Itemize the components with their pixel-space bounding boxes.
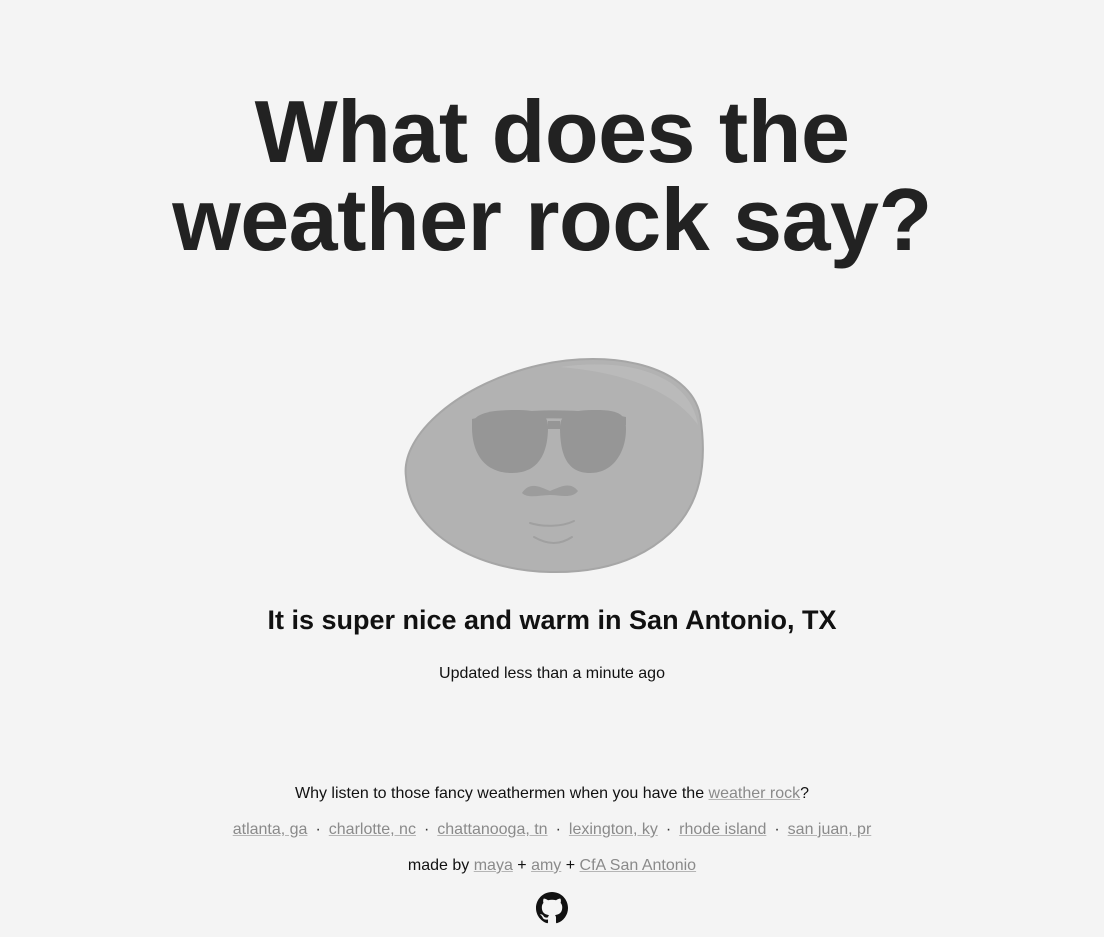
plus-separator: + <box>561 857 580 874</box>
title-line-2: weather rock say? <box>172 170 932 269</box>
city-link-charlotte[interactable]: charlotte, nc <box>329 821 416 838</box>
page-title: What does the weather rock say? <box>0 88 1104 264</box>
city-link-chattanooga[interactable]: chattanooga, tn <box>437 821 547 838</box>
separator: · <box>774 821 780 838</box>
city-links: atlanta, ga · charlotte, nc · chattanooga, t… <box>0 820 1104 840</box>
weather-rock-sunglasses-icon <box>400 355 704 575</box>
weather-status: It is super nice and warm in San Antonio… <box>267 605 837 635</box>
tagline: Why listen to those fancy weathermen whe… <box>0 784 1104 804</box>
tagline-text: Why listen to those fancy weathermen whe… <box>294 785 709 802</box>
city-link-san-juan[interactable]: san juan, pr <box>788 821 872 838</box>
tagline-suffix: ? <box>800 785 810 802</box>
github-icon[interactable] <box>536 892 568 924</box>
city-link-rhode-island[interactable]: rhode island <box>679 821 766 838</box>
separator: · <box>423 821 430 838</box>
city-link-lexington[interactable]: lexington, ky <box>569 821 658 838</box>
plus-separator: + <box>512 857 532 874</box>
separator: · <box>315 821 321 838</box>
author-link-maya[interactable]: maya <box>474 857 513 874</box>
org-link-cfa-san-antonio[interactable]: CfA San Antonio <box>580 857 697 874</box>
page: What does the weather rock say? It is su… <box>0 0 1104 937</box>
weather-rock-link[interactable]: weather rock <box>709 785 801 802</box>
city-link-atlanta[interactable]: atlanta, ga <box>233 821 308 838</box>
made-by-label: made by <box>407 857 474 874</box>
credits: made by maya + amy + CfA San Antonio <box>0 856 1104 876</box>
updated-timestamp: Updated less than a minute ago <box>439 665 665 682</box>
separator: · <box>555 821 561 838</box>
author-link-amy[interactable]: amy <box>531 857 561 874</box>
title-line-1: What does the <box>254 82 850 181</box>
separator: · <box>665 821 672 838</box>
